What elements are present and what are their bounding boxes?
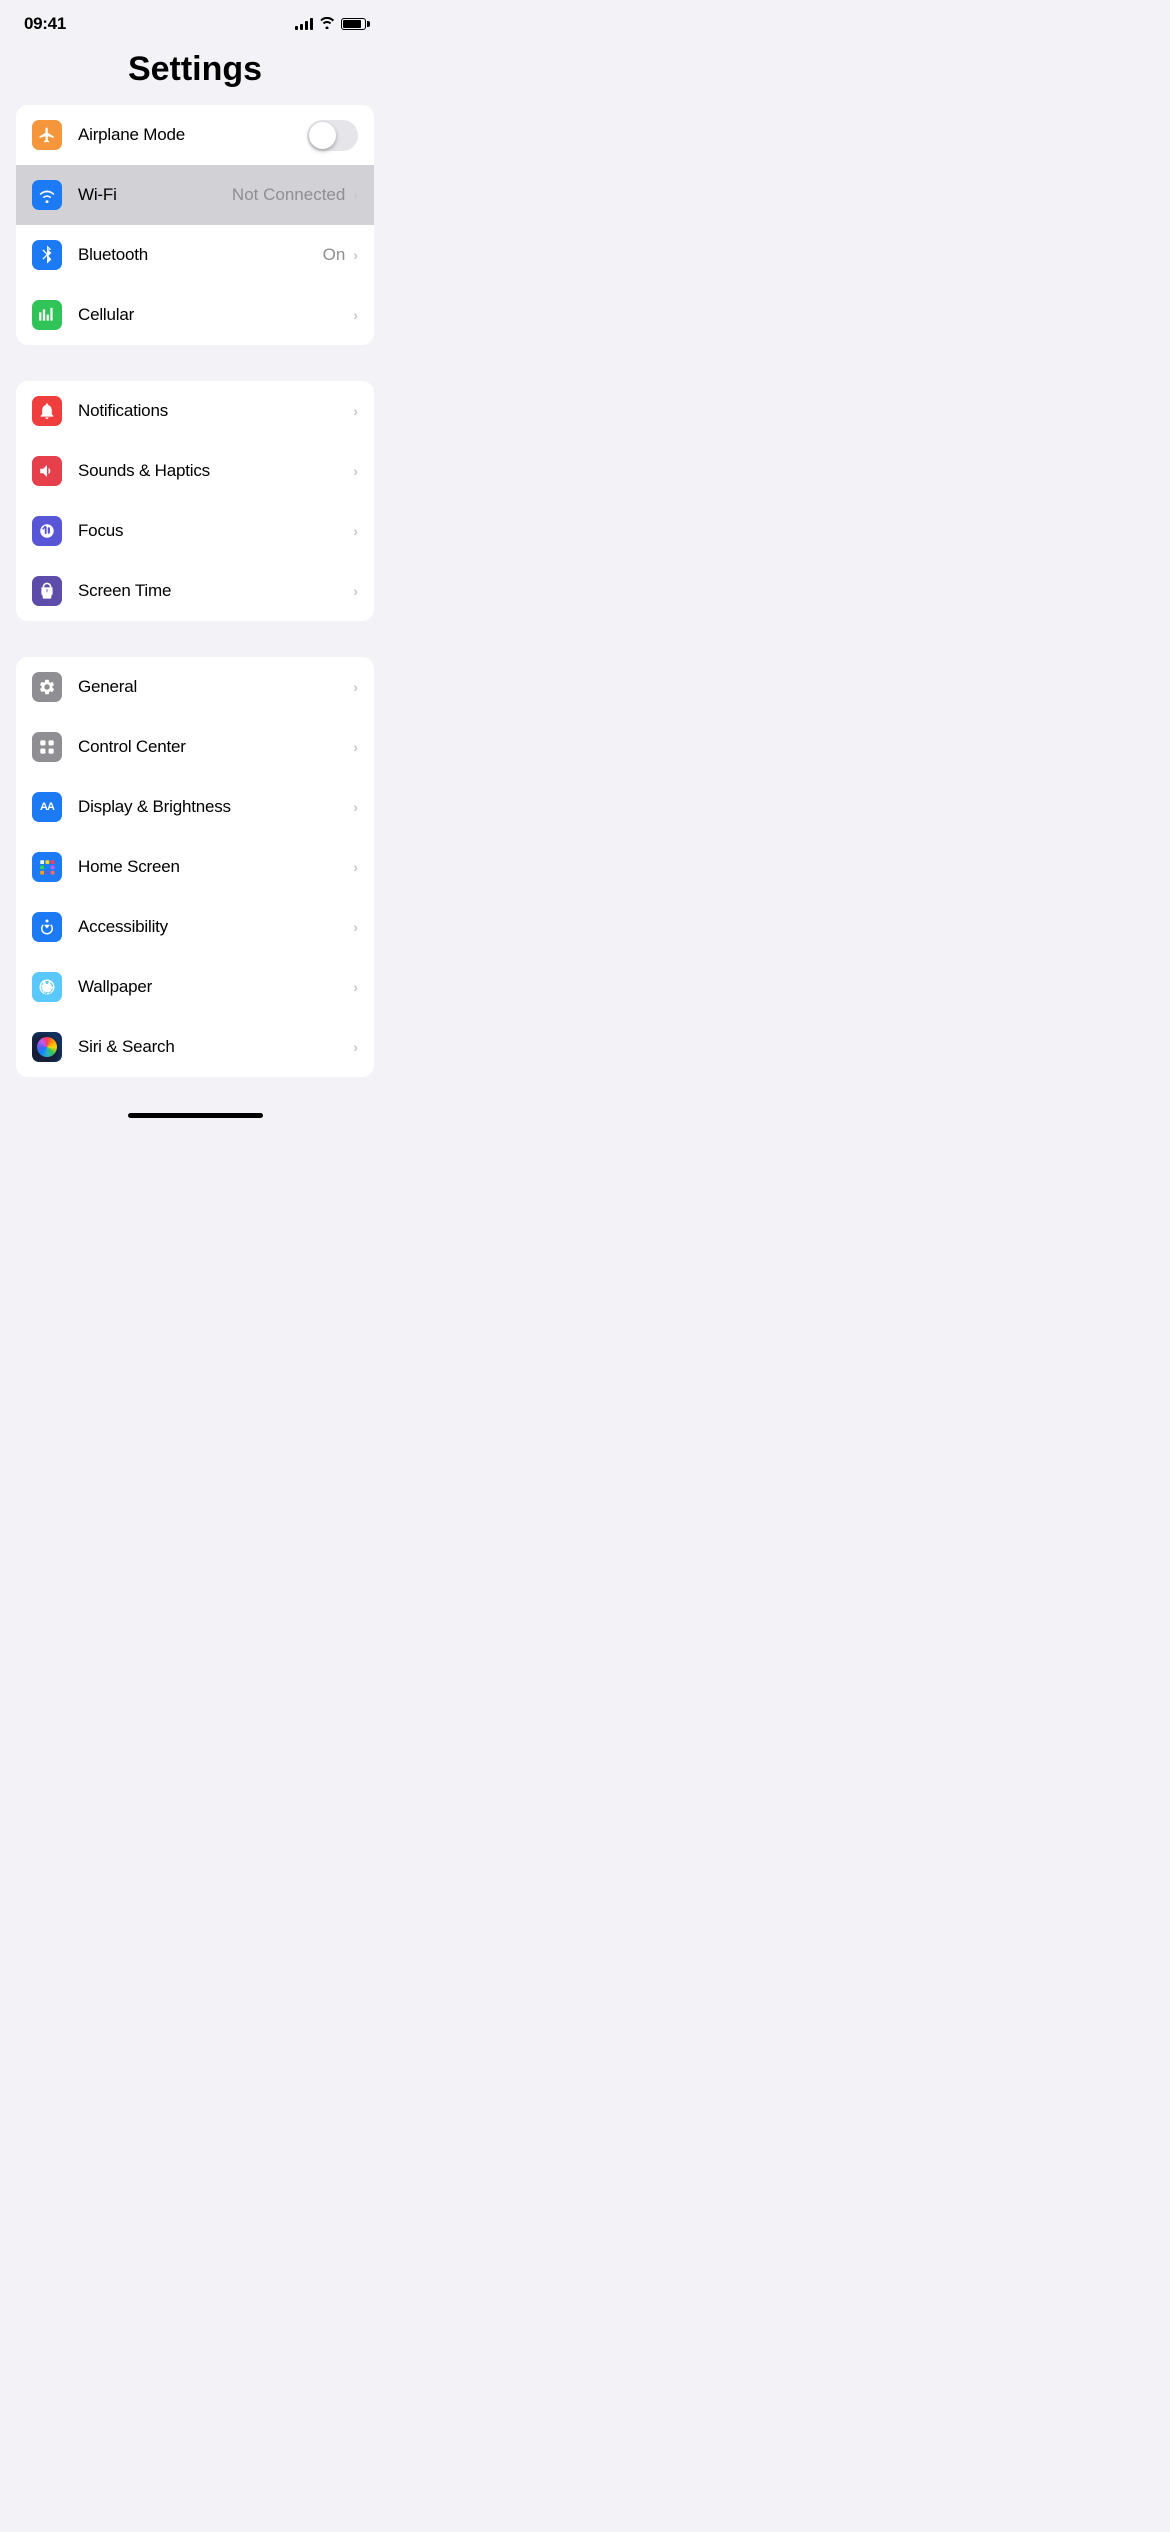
sounds-row[interactable]: Sounds & Haptics › [16,441,374,501]
screen-time-icon [32,576,62,606]
accessibility-label: Accessibility [78,917,351,937]
wifi-chevron-icon: › [353,187,358,203]
general-row[interactable]: General › [16,657,374,717]
home-screen-icon [32,852,62,882]
notifications-group: Notifications › Sounds & Haptics › Focus… [16,381,374,621]
control-center-row[interactable]: Control Center › [16,717,374,777]
general-icon [32,672,62,702]
home-indicator-area [0,1113,390,1134]
bluetooth-label: Bluetooth [78,245,323,265]
display-brightness-label: Display & Brightness [78,797,351,817]
home-screen-label: Home Screen [78,857,351,877]
notifications-row[interactable]: Notifications › [16,381,374,441]
siri-icon [32,1032,62,1062]
siri-row[interactable]: Siri & Search › [16,1017,374,1077]
cellular-label: Cellular [78,305,351,325]
cellular-icon [32,300,62,330]
general-label: General [78,677,351,697]
display-brightness-row[interactable]: AA Display & Brightness › [16,777,374,837]
notifications-label: Notifications [78,401,351,421]
screen-time-label: Screen Time [78,581,351,601]
sounds-label: Sounds & Haptics [78,461,351,481]
notifications-chevron-icon: › [353,403,358,419]
status-icons [295,16,366,33]
bluetooth-row[interactable]: Bluetooth On › [16,225,374,285]
focus-label: Focus [78,521,351,541]
focus-icon [32,516,62,546]
sounds-icon [32,456,62,486]
wallpaper-label: Wallpaper [78,977,351,997]
notifications-icon [32,396,62,426]
page-title: Settings [0,40,390,105]
wifi-row[interactable]: Wi-Fi Not Connected › [16,165,374,225]
airplane-mode-icon [32,120,62,150]
wifi-value: Not Connected [232,185,345,205]
cellular-chevron-icon: › [353,307,358,323]
status-time: 09:41 [24,14,66,34]
wallpaper-chevron-icon: › [353,979,358,995]
display-brightness-icon: AA [32,792,62,822]
siri-label: Siri & Search [78,1037,351,1057]
home-indicator [128,1113,263,1118]
control-center-chevron-icon: › [353,739,358,755]
home-screen-chevron-icon: › [353,859,358,875]
control-center-label: Control Center [78,737,351,757]
focus-chevron-icon: › [353,523,358,539]
siri-chevron-icon: › [353,1039,358,1055]
accessibility-row[interactable]: Accessibility › [16,897,374,957]
screen-time-chevron-icon: › [353,583,358,599]
display-brightness-chevron-icon: › [353,799,358,815]
airplane-mode-row[interactable]: Airplane Mode [16,105,374,165]
bluetooth-icon [32,240,62,270]
wifi-icon [32,180,62,210]
wifi-label: Wi-Fi [78,185,232,205]
accessibility-chevron-icon: › [353,919,358,935]
bluetooth-value: On [323,245,346,265]
sounds-chevron-icon: › [353,463,358,479]
screen-time-row[interactable]: Screen Time › [16,561,374,621]
connectivity-group: Airplane Mode Wi-Fi Not Connected › Blue… [16,105,374,345]
wallpaper-row[interactable]: Wallpaper › [16,957,374,1017]
airplane-mode-toggle[interactable] [307,120,358,151]
signal-bars-icon [295,18,313,30]
focus-row[interactable]: Focus › [16,501,374,561]
cellular-row[interactable]: Cellular › [16,285,374,345]
home-screen-row[interactable]: Home Screen › [16,837,374,897]
display-group: General › Control Center › AA Display & … [16,657,374,1077]
general-chevron-icon: › [353,679,358,695]
battery-icon [341,18,366,30]
status-bar: 09:41 [0,0,390,40]
airplane-mode-label: Airplane Mode [78,125,307,145]
control-center-icon [32,732,62,762]
wallpaper-icon [32,972,62,1002]
accessibility-icon [32,912,62,942]
wifi-status-icon [319,16,335,33]
bluetooth-chevron-icon: › [353,247,358,263]
